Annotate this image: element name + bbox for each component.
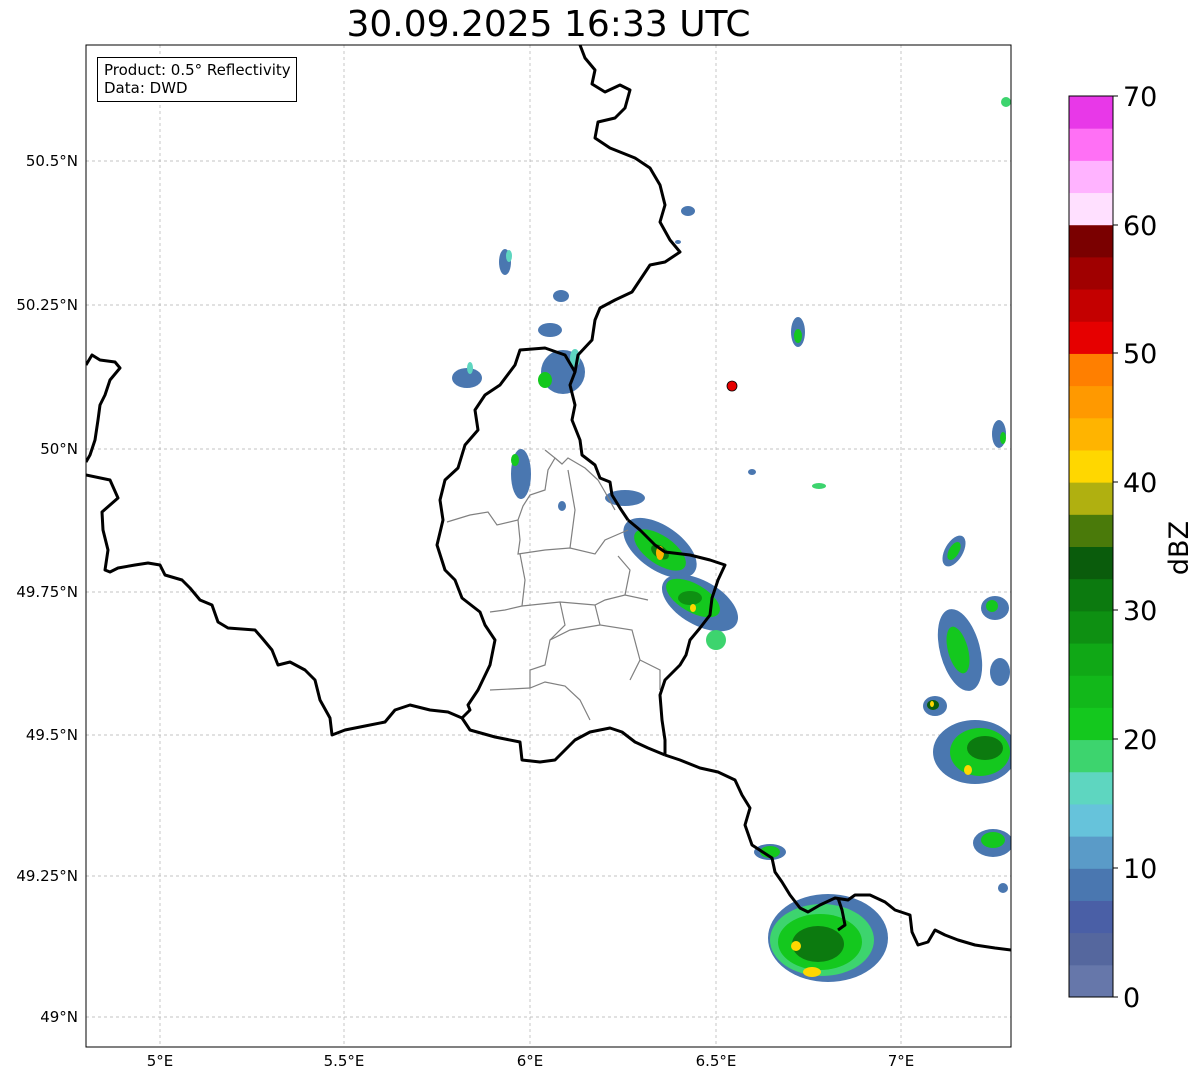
colorbar-label: dBZ (1164, 521, 1195, 575)
colorbar-segment (1069, 868, 1113, 901)
colorbar-tick: 30 (1123, 596, 1157, 627)
colorbar-tick: 50 (1123, 339, 1157, 370)
colorbar-segment (1069, 546, 1113, 580)
colorbar-segment (1069, 160, 1113, 194)
colorbar-segment (1069, 128, 1113, 161)
lon-axis: 5°E 5.5°E 6°E 6.5°E 7°E (147, 1052, 915, 1070)
colorbar-segment (1069, 610, 1113, 644)
colorbar (1068, 95, 1114, 998)
lon-tick: 5°E (147, 1052, 174, 1070)
data-source-text: Data: DWD (104, 79, 188, 97)
lon-tick: 6.5°E (696, 1052, 737, 1070)
info-box: Product: 0.5° Reflectivity Data: DWD (97, 57, 297, 102)
lat-tick: 49.5°N (26, 726, 78, 744)
colorbar-segment (1069, 417, 1113, 451)
lat-tick: 49.75°N (16, 583, 78, 601)
lon-tick: 7°E (888, 1052, 915, 1070)
lat-tick: 50.5°N (26, 152, 78, 170)
lat-axis: 50.5°N 50.25°N 50°N 49.75°N 49.5°N 49.25… (16, 152, 78, 1026)
colorbar-tick: 0 (1123, 983, 1140, 1014)
colorbar-segment (1069, 771, 1113, 805)
lat-tick: 49.25°N (16, 867, 78, 885)
colorbar-segment (1069, 289, 1113, 322)
colorbar-segment (1069, 900, 1113, 934)
colorbar-segment (1069, 836, 1113, 869)
colorbar-segment (1069, 514, 1113, 547)
radar-map: 50.5°N 50.25°N 50°N 49.75°N 49.5°N 49.25… (16, 44, 1195, 1070)
colorbar-segment (1069, 385, 1113, 419)
colorbar-segment (1069, 932, 1113, 966)
colorbar-segment (1069, 739, 1113, 773)
colorbar-tick: 20 (1123, 725, 1157, 756)
colorbar-ticks: 70 60 50 40 30 20 10 0 dBZ (1113, 82, 1195, 1014)
product-text: Product: 0.5° Reflectivity (104, 61, 291, 79)
lat-tick: 50°N (40, 440, 78, 458)
colorbar-segment (1069, 578, 1113, 612)
colorbar-tick: 70 (1123, 82, 1157, 113)
lat-tick: 50.25°N (16, 296, 78, 314)
lat-tick: 49°N (40, 1008, 78, 1026)
colorbar-segment (1069, 321, 1113, 354)
colorbar-segment (1069, 803, 1113, 837)
colorbar-segment (1069, 643, 1113, 676)
colorbar-segment (1069, 707, 1113, 741)
colorbar-segment (1069, 224, 1113, 258)
colorbar-tick: 10 (1123, 854, 1157, 885)
colorbar-segment (1069, 964, 1113, 998)
colorbar-segment (1069, 96, 1113, 129)
colorbar-tick: 60 (1123, 211, 1157, 242)
colorbar-segment (1069, 192, 1113, 226)
lon-tick: 5.5°E (324, 1052, 365, 1070)
colorbar-segment (1069, 675, 1113, 708)
colorbar-segment (1069, 449, 1113, 483)
colorbar-segment (1069, 482, 1113, 515)
radar-site-marker (726, 380, 738, 392)
colorbar-segment (1069, 353, 1113, 387)
lon-tick: 6°E (517, 1052, 544, 1070)
colorbar-tick: 40 (1123, 468, 1157, 499)
colorbar-segment (1069, 256, 1113, 290)
